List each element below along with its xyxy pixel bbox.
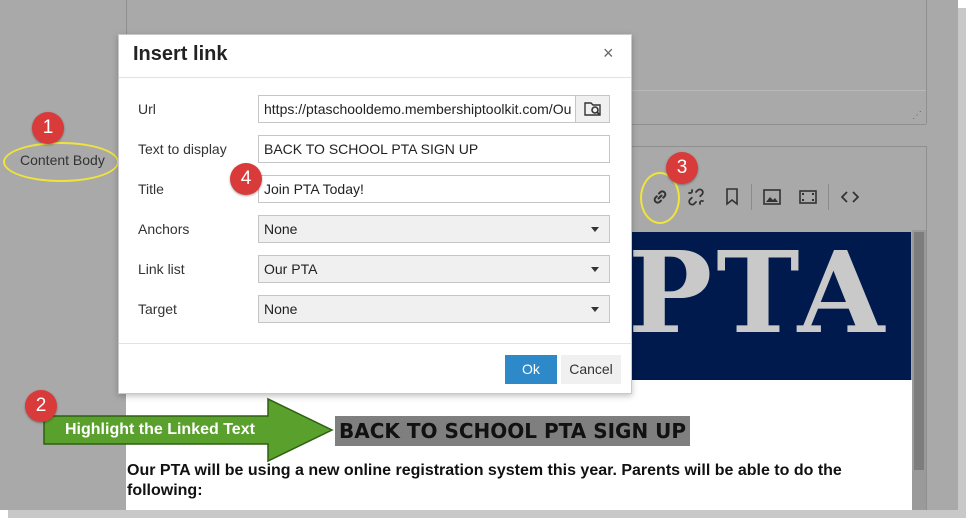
insert-link-dialog: Insert link × Url https://ptaschooldemo.… (118, 34, 632, 394)
dialog-header-divider (119, 77, 631, 78)
anchors-label: Anchors (138, 221, 190, 237)
dialog-title: Insert link (133, 43, 228, 65)
lower-pane-border (926, 146, 927, 510)
resize-handle-icon[interactable]: ⋰ (912, 110, 922, 121)
target-label: Target (138, 301, 177, 317)
url-label: Url (138, 101, 156, 117)
anchors-value: None (264, 221, 298, 237)
step-badge-3: 3 (666, 152, 698, 184)
body-paragraph[interactable]: Our PTA will be using a new online regis… (127, 461, 867, 501)
step-badge-2: 2 (25, 390, 57, 422)
chevron-down-icon (591, 227, 599, 232)
browse-search-icon (584, 102, 601, 116)
highlight-ellipse-content-body (3, 142, 119, 182)
code-icon[interactable] (838, 185, 862, 209)
pta-banner-text: PTA (628, 228, 889, 359)
title-value: Join PTA Today! (264, 181, 364, 197)
toolbar-separator (828, 184, 829, 210)
text-to-display-field[interactable]: BACK TO SCHOOL PTA SIGN UP (258, 135, 610, 163)
chevron-down-icon (591, 267, 599, 272)
target-value: None (264, 301, 298, 317)
link-list-select[interactable]: Our PTA (258, 255, 610, 283)
anchors-select[interactable]: None (258, 215, 610, 243)
title-label: Title (138, 181, 164, 197)
upper-pane-border (926, 0, 927, 124)
target-select[interactable]: None (258, 295, 610, 323)
close-icon[interactable]: × (603, 43, 614, 64)
chevron-down-icon (591, 307, 599, 312)
toolbar-separator (751, 184, 752, 210)
step-badge-4: 4 (230, 163, 262, 195)
step-badge-1: 1 (32, 112, 64, 144)
ok-button[interactable]: Ok (505, 355, 557, 384)
url-value: https://ptaschooldemo.membershiptoolkit.… (264, 101, 572, 117)
url-field[interactable]: https://ptaschooldemo.membershiptoolkit.… (258, 95, 610, 123)
arrow-annotation-text: Highlight the Linked Text (65, 421, 255, 438)
dialog-footer-divider (119, 343, 631, 344)
bookmark-icon[interactable] (720, 185, 744, 209)
browse-button[interactable] (575, 96, 609, 122)
link-list-value: Our PTA (264, 261, 318, 277)
text-to-display-label: Text to display (138, 141, 227, 157)
text-to-display-value: BACK TO SCHOOL PTA SIGN UP (264, 141, 479, 157)
screenshot: ⋰ PTA BACK TO SCHOOL PTA SIGN UP Our PTA… (0, 0, 958, 510)
unlink-icon[interactable] (684, 185, 708, 209)
image-icon[interactable] (760, 185, 784, 209)
linked-heading-text[interactable]: BACK TO SCHOOL PTA SIGN UP (335, 416, 691, 446)
editor-scrollbar-thumb[interactable] (914, 232, 924, 470)
link-list-label: Link list (138, 261, 185, 277)
cancel-button[interactable]: Cancel (561, 355, 621, 384)
title-field[interactable]: Join PTA Today! (258, 175, 610, 203)
media-icon[interactable] (796, 185, 820, 209)
